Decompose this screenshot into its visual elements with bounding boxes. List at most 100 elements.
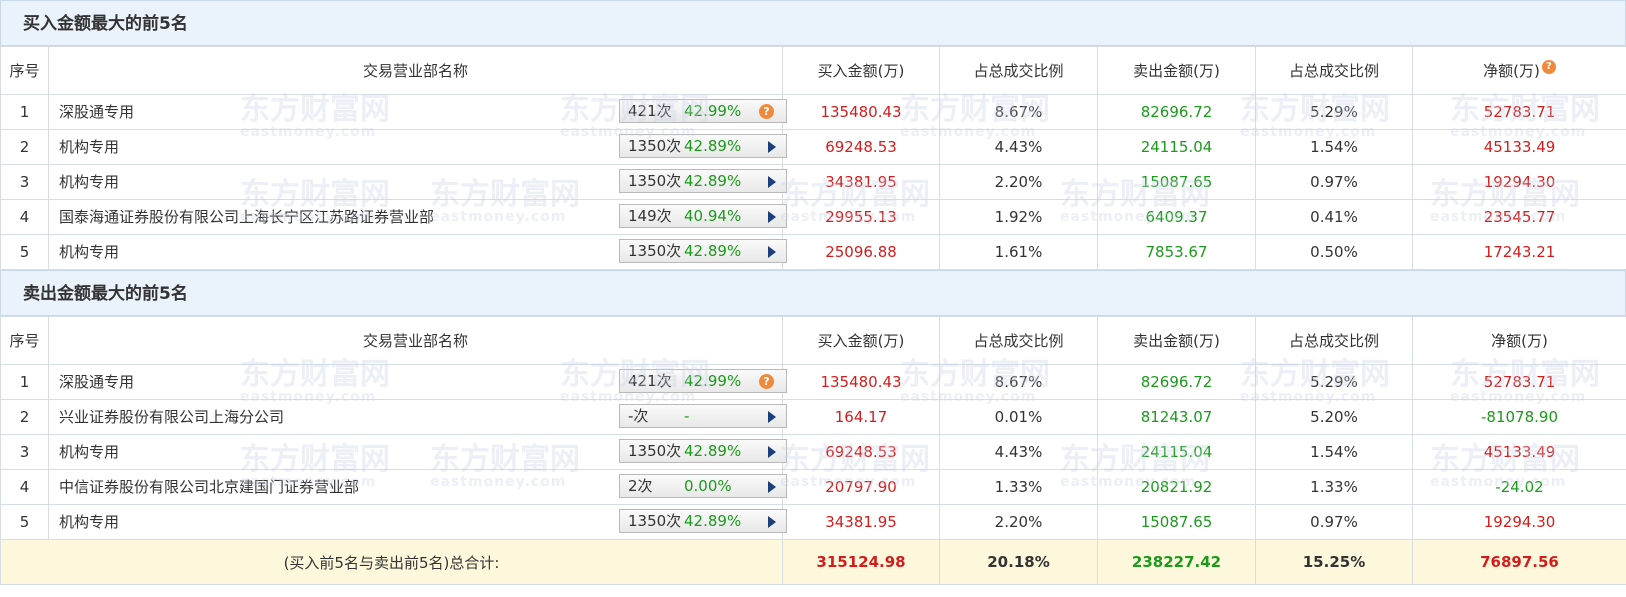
sell-table-header: 序号 交易营业部名称 买入金额(万) 占总成交比例 卖出金额(万) 占总成交比例… <box>0 316 1626 365</box>
buy-ratio: 1.92% <box>939 199 1098 235</box>
total-sell: 238227.42 <box>1097 539 1256 585</box>
buy-ratio: 8.67% <box>939 364 1098 400</box>
rank-cell: 5 <box>0 504 49 540</box>
rank-cell: 3 <box>0 434 49 470</box>
sell-ratio: 1.33% <box>1255 469 1413 505</box>
sell-amount: 81243.07 <box>1097 399 1256 435</box>
times-count: 149次 <box>628 207 672 225</box>
branch-cell: 深股通专用 421次 42.99%? <box>48 364 787 400</box>
sell-amount: 7853.67 <box>1097 234 1256 270</box>
branch-cell: 机构专用 1350次 42.89% <box>48 164 787 200</box>
col-sell: 卖出金额(万) <box>1097 46 1256 95</box>
times-count: 1350次 <box>628 242 682 260</box>
branch-name[interactable]: 深股通专用 <box>59 95 134 129</box>
branch-name[interactable]: 机构专用 <box>59 435 119 469</box>
help-icon[interactable]: ? <box>759 374 774 389</box>
branch-cell: 机构专用 1350次 42.89% <box>48 234 787 270</box>
branch-name[interactable]: 机构专用 <box>59 130 119 164</box>
rank-cell: 1 <box>0 94 49 130</box>
history-stats-button[interactable]: 2次 0.00% <box>619 474 787 498</box>
rank-cell: 2 <box>0 399 49 435</box>
buy-ratio: 1.61% <box>939 234 1098 270</box>
rank-cell: 2 <box>0 129 49 165</box>
expand-arrow-icon[interactable] <box>768 141 776 153</box>
times-count: 421次 <box>628 372 672 390</box>
total-net: 76897.56 <box>1412 539 1626 585</box>
rank-cell: 4 <box>0 469 49 505</box>
branch-name[interactable]: 国泰海通证券股份有限公司上海长宁区江苏路证券营业部 <box>59 200 434 234</box>
win-rate: 42.89% <box>684 137 742 155</box>
expand-arrow-icon[interactable] <box>768 481 776 493</box>
buy-ratio: 1.33% <box>939 469 1098 505</box>
times-count: 2次 <box>628 477 653 495</box>
col-buy: 买入金额(万) <box>782 316 940 365</box>
net-amount: -81078.90 <box>1412 399 1626 435</box>
history-stats-button[interactable]: 1350次 42.89% <box>619 439 787 463</box>
net-amount: 52783.71 <box>1412 364 1626 400</box>
lhb-detail-panel: 买入金额最大的前5名 序号 交易营业部名称 买入金额(万) 占总成交比例 卖出金… <box>0 0 1626 597</box>
history-stats-button[interactable]: 149次 40.94% <box>619 204 787 228</box>
table-row: 3 机构专用 1350次 42.89% 69248.53 4.43% 24115.04 1.5… <box>0 434 1626 470</box>
expand-arrow-icon[interactable] <box>768 516 776 528</box>
table-row: 1 深股通专用 421次 42.99%? 135480.43 8.67% 82696.72 5… <box>0 364 1626 400</box>
win-rate: 42.99% <box>684 372 742 390</box>
net-amount: -24.02 <box>1412 469 1626 505</box>
col-net: 净额(万) <box>1412 316 1626 365</box>
history-stats-button[interactable]: 1350次 42.89% <box>619 169 787 193</box>
expand-arrow-icon[interactable] <box>768 211 776 223</box>
history-stats-button[interactable]: 1350次 42.89% <box>619 239 787 263</box>
col-buy-ratio: 占总成交比例 <box>939 46 1098 95</box>
table-row: 4 中信证券股份有限公司北京建国门证券营业部 2次 0.00% 20797.90 1.33… <box>0 469 1626 505</box>
branch-cell: 国泰海通证券股份有限公司上海长宁区江苏路证券营业部 149次 40.94% <box>48 199 787 235</box>
expand-arrow-icon[interactable] <box>768 411 776 423</box>
branch-cell: 机构专用 1350次 42.89% <box>48 129 787 165</box>
sell-ratio: 5.29% <box>1255 364 1413 400</box>
total-buy: 315124.98 <box>782 539 940 585</box>
times-count: -次 <box>628 407 649 425</box>
sell-ratio: 0.50% <box>1255 234 1413 270</box>
buy-ratio: 2.20% <box>939 164 1098 200</box>
col-name: 交易营业部名称 <box>48 46 783 95</box>
total-sell-ratio: 15.25% <box>1255 539 1413 585</box>
expand-arrow-icon[interactable] <box>768 446 776 458</box>
table-row: 3 机构专用 1350次 42.89% 34381.95 2.20% 15087.65 0.9… <box>0 164 1626 200</box>
sell-amount: 82696.72 <box>1097 364 1256 400</box>
buy-amount: 29955.13 <box>782 199 940 235</box>
table-row: 5 机构专用 1350次 42.89% 25096.88 1.61% 7853.67 0.50… <box>0 234 1626 270</box>
rank-cell: 1 <box>0 364 49 400</box>
history-stats-button[interactable]: -次 - <box>619 404 787 428</box>
col-buy: 买入金额(万) <box>782 46 940 95</box>
total-row: (买入前5名与卖出前5名)总合计: 315124.98 20.18% 23822… <box>0 539 1626 585</box>
net-amount: 45133.49 <box>1412 129 1626 165</box>
branch-name[interactable]: 深股通专用 <box>59 365 134 399</box>
branch-name[interactable]: 机构专用 <box>59 235 119 269</box>
history-stats-button[interactable]: 1350次 42.89% <box>619 134 787 158</box>
history-stats-button[interactable]: 1350次 42.89% <box>619 509 787 533</box>
sell-ratio: 5.29% <box>1255 94 1413 130</box>
expand-arrow-icon[interactable] <box>768 176 776 188</box>
times-count: 1350次 <box>628 442 682 460</box>
table-row: 5 机构专用 1350次 42.89% 34381.95 2.20% 15087.65 0.9… <box>0 504 1626 540</box>
help-icon[interactable]: ? <box>759 104 774 119</box>
buy-amount: 69248.53 <box>782 434 940 470</box>
history-stats-button[interactable]: 421次 42.99%? <box>619 369 787 393</box>
times-count: 1350次 <box>628 137 682 155</box>
help-icon[interactable]: ? <box>1541 60 1556 74</box>
expand-arrow-icon[interactable] <box>768 246 776 258</box>
sell-ratio: 0.97% <box>1255 504 1413 540</box>
rank-cell: 4 <box>0 199 49 235</box>
branch-name[interactable]: 机构专用 <box>59 165 119 199</box>
sell-ratio: 0.97% <box>1255 164 1413 200</box>
branch-name[interactable]: 兴业证券股份有限公司上海分公司 <box>59 400 284 434</box>
buy-amount: 34381.95 <box>782 164 940 200</box>
branch-cell: 机构专用 1350次 42.89% <box>48 504 787 540</box>
col-sell-ratio: 占总成交比例 <box>1255 46 1413 95</box>
sell-table: 序号 交易营业部名称 买入金额(万) 占总成交比例 卖出金额(万) 占总成交比例… <box>0 316 1626 585</box>
branch-name[interactable]: 中信证券股份有限公司北京建国门证券营业部 <box>59 470 359 504</box>
table-row: 1 深股通专用 421次 42.99%? 135480.43 8.67% 82696.72 5… <box>0 94 1626 130</box>
buy-amount: 34381.95 <box>782 504 940 540</box>
net-amount: 45133.49 <box>1412 434 1626 470</box>
buy-table: 序号 交易营业部名称 买入金额(万) 占总成交比例 卖出金额(万) 占总成交比例… <box>0 46 1626 270</box>
history-stats-button[interactable]: 421次 42.99%? <box>619 99 787 123</box>
branch-name[interactable]: 机构专用 <box>59 505 119 539</box>
